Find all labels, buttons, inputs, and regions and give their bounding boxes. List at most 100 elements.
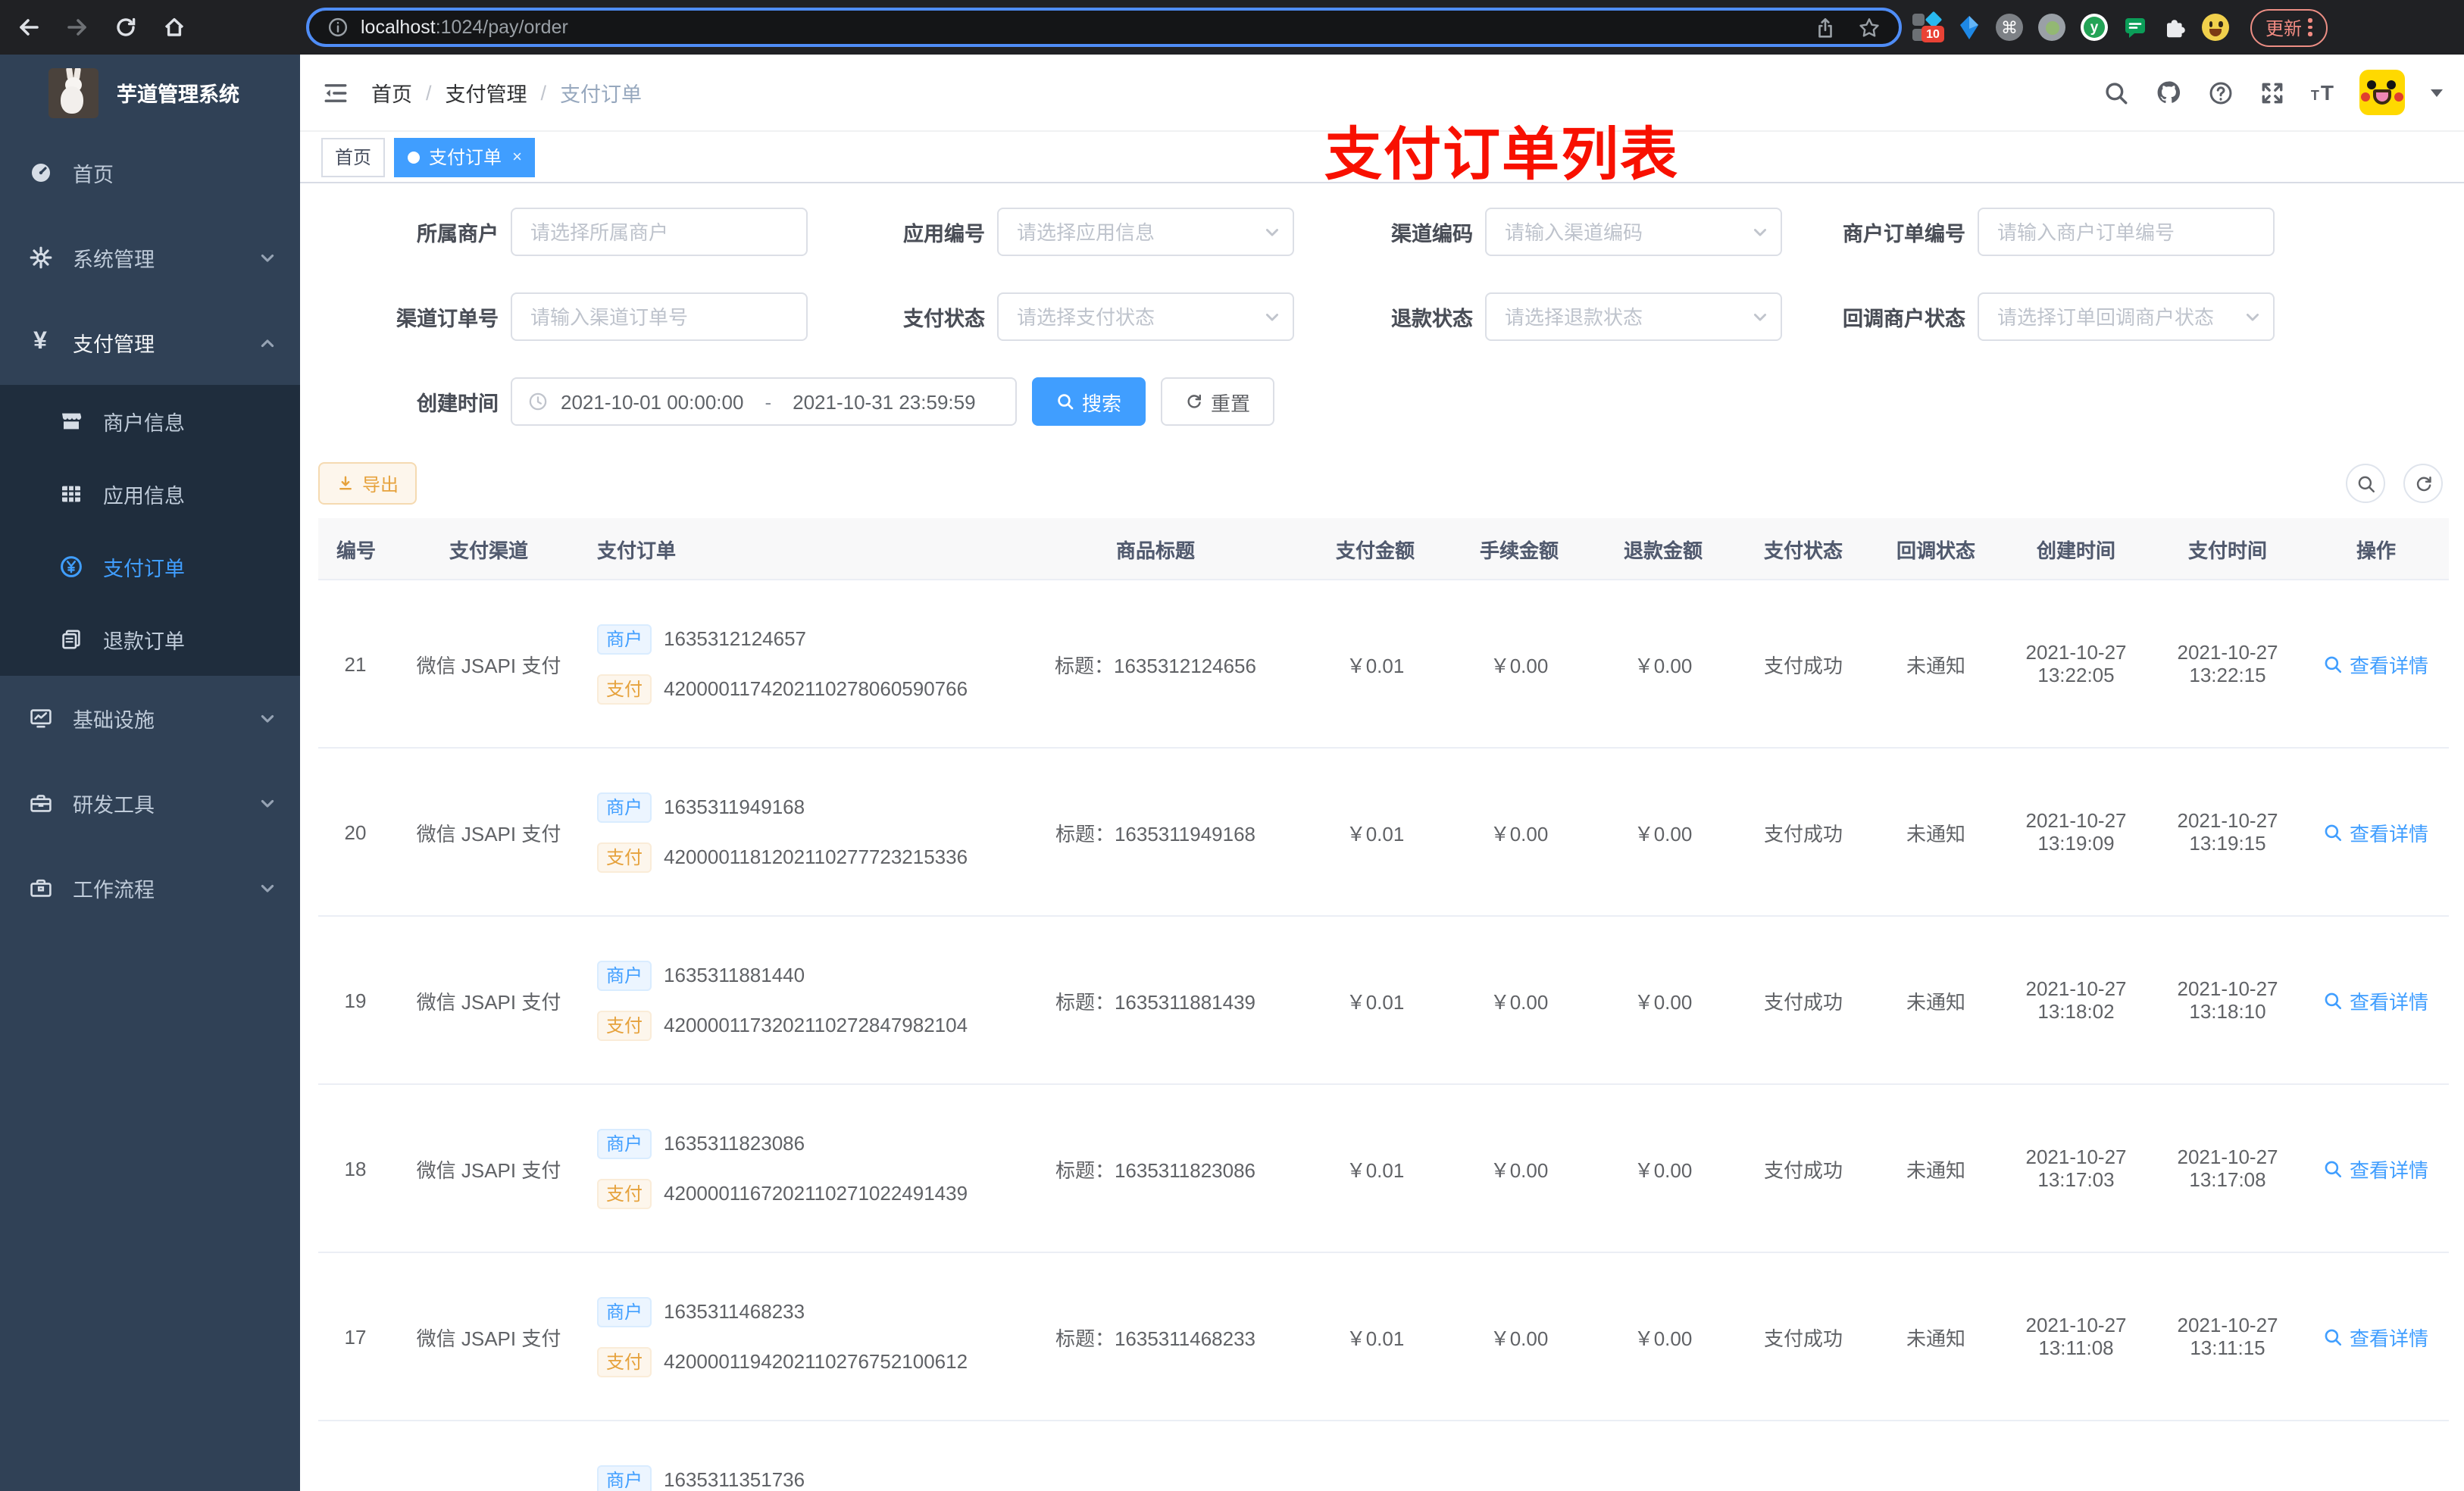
- cell-pay-status: 支付成功: [1735, 749, 1871, 915]
- command-extension-icon[interactable]: ⌘: [1996, 14, 2023, 41]
- browser-reload-icon[interactable]: [106, 8, 145, 47]
- column-header-10: 支付时间: [2152, 534, 2303, 563]
- filter-merchant-input[interactable]: [511, 208, 808, 256]
- filter-group-merchant-order-no: 商户订单编号: [1782, 208, 2275, 256]
- pay-order-no: 4200001167202110271022491439: [664, 1182, 968, 1205]
- browser-home-icon[interactable]: [155, 8, 194, 47]
- sidebar-subitem-2[interactable]: 支付订单: [0, 530, 300, 603]
- filter-notify-status-label: 回调商户状态: [1843, 308, 1965, 330]
- browser-update-button[interactable]: 更新: [2250, 8, 2328, 46]
- export-button[interactable]: 导出: [318, 462, 417, 505]
- paid-clock: 13:19:15: [2189, 832, 2266, 855]
- goods-title: 标题：1635311468233: [1055, 1327, 1256, 1349]
- view-detail-link[interactable]: 查看详情: [2324, 986, 2428, 1014]
- view-detail-link[interactable]: 查看详情: [2324, 817, 2428, 846]
- table-toolbar: 导出: [318, 462, 2449, 505]
- sidebar-item-bottom-1[interactable]: 研发工具: [0, 761, 300, 846]
- profile-emoji-icon[interactable]: [2202, 14, 2229, 41]
- cell-created-time: 2021-10-27 13:18:02: [2000, 917, 2152, 1083]
- reset-button[interactable]: 重置: [1161, 377, 1275, 426]
- sidebar-item-bottom-2[interactable]: 工作流程: [0, 846, 300, 930]
- view-detail-link[interactable]: 查看详情: [2324, 1322, 2428, 1351]
- sidebar-item-label: 研发工具: [73, 794, 155, 817]
- github-icon[interactable]: [2155, 79, 2182, 106]
- filter-notify-status-input[interactable]: [1978, 292, 2275, 341]
- chevron-down-icon: [2244, 309, 2261, 326]
- site-info-icon[interactable]: [327, 17, 349, 38]
- y-extension-icon[interactable]: y: [2081, 14, 2108, 41]
- gray-dot-extension-icon[interactable]: [2038, 14, 2065, 41]
- chat-extension-icon[interactable]: [2123, 15, 2147, 39]
- filter-pay-status-label: 支付状态: [903, 308, 985, 330]
- cell-fee-amount: ￥0.00: [1447, 749, 1591, 915]
- tab-0[interactable]: 首页: [321, 137, 386, 177]
- filter-channel-code-field: [1485, 208, 1782, 256]
- column-header-label: 支付金额: [1335, 539, 1415, 561]
- user-avatar[interactable]: [2359, 70, 2405, 115]
- cell-fee-amount: ￥0.00: [1447, 1253, 1591, 1420]
- app-title: 芋道管理系统: [117, 83, 239, 106]
- sidebar-subitem-0[interactable]: 商户信息: [0, 385, 300, 458]
- created-time: 2021-10-27 13:11:08: [2026, 1314, 2127, 1359]
- extension-badge-icon[interactable]: 10: [1912, 11, 1944, 42]
- filter-app-no-input[interactable]: [997, 208, 1294, 256]
- bookmark-star-icon[interactable]: [1858, 16, 1881, 39]
- sidebar-toggle-icon[interactable]: [300, 80, 371, 105]
- chevron-down-icon: [1264, 224, 1280, 241]
- kite-extension-icon[interactable]: [1958, 14, 1981, 40]
- cell-order-numbers: 商户 1635311881440 支付 42000011732021102728479…: [576, 917, 1008, 1083]
- cell-channel: [402, 1421, 576, 1491]
- briefcase-icon: [27, 875, 53, 901]
- breadcrumb-pay-manage[interactable]: 支付管理: [446, 77, 527, 108]
- help-icon[interactable]: [2208, 80, 2234, 105]
- cell-pay-status: 支付成功: [1735, 1085, 1871, 1252]
- filter-channel-order-no-input[interactable]: [511, 292, 808, 341]
- header-search-icon[interactable]: [2103, 80, 2129, 105]
- browser-forward-icon[interactable]: [58, 8, 97, 47]
- created-clock: 13:11:08: [2038, 1336, 2114, 1359]
- cell-pay-status: 支付成功: [1735, 1253, 1871, 1420]
- table-body: 21 微信 JSAPI 支付 商户 1635312124657 支付 4200001174…: [318, 580, 2449, 1491]
- sidebar-item-1[interactable]: 系统管理: [0, 215, 300, 300]
- cell-order-numbers: 商户1635311351736支付: [576, 1421, 1008, 1491]
- cell-refund-amount: ￥0.00: [1591, 1253, 1735, 1420]
- page-content: 所属商户应用编号渠道编码商户订单编号 渠道订单号支付状态退款状态回调商户状态 创…: [300, 183, 2464, 1491]
- sidebar-item-bottom-0[interactable]: 基础设施: [0, 676, 300, 761]
- font-size-icon[interactable]: TT: [2311, 80, 2334, 105]
- sidebar-item-2[interactable]: ¥ 支付管理: [0, 300, 300, 385]
- filter-pay-status-input[interactable]: [997, 292, 1294, 341]
- view-detail-link[interactable]: 查看详情: [2324, 649, 2428, 678]
- tab-active-1[interactable]: 支付订单 ×: [394, 137, 536, 177]
- fullscreen-icon[interactable]: [2259, 80, 2285, 105]
- breadcrumb-home[interactable]: 首页: [371, 77, 412, 108]
- view-detail-link[interactable]: 查看详情: [2324, 1154, 2428, 1183]
- column-header-4: 支付金额: [1303, 534, 1447, 563]
- create-time-range-picker[interactable]: 2021-10-01 00:00:00 - 2021-10-31 23:59:5…: [511, 377, 1017, 426]
- filter-refund-status-input[interactable]: [1485, 292, 1782, 341]
- search-button[interactable]: 搜索: [1032, 377, 1146, 426]
- refresh-table-button[interactable]: [2403, 464, 2443, 503]
- yen-icon: ¥: [33, 329, 47, 355]
- view-detail-label: 查看详情: [2349, 1327, 2428, 1349]
- pay-order-no: 4200001174202110278060590766: [664, 677, 968, 700]
- avatar-caret-icon[interactable]: [2431, 89, 2443, 96]
- monitor-icon: [27, 705, 53, 731]
- column-header-label: 手续金额: [1479, 539, 1559, 561]
- extensions-puzzle-icon[interactable]: [2162, 15, 2187, 39]
- toggle-search-button[interactable]: [2346, 464, 2385, 503]
- sidebar-subitem-label: 支付订单: [103, 558, 185, 580]
- row-no: 21: [344, 652, 367, 675]
- filter-channel-code-input[interactable]: [1485, 208, 1782, 256]
- browser-back-icon[interactable]: [9, 8, 48, 47]
- sidebar-subitem-3[interactable]: 退款订单: [0, 603, 300, 676]
- filter-merchant-order-no-input[interactable]: [1978, 208, 2275, 256]
- share-icon[interactable]: [1814, 16, 1837, 39]
- sidebar-item-0[interactable]: 首页: [0, 130, 300, 215]
- sidebar-subitem-1[interactable]: 应用信息: [0, 458, 300, 530]
- pay-tag: 支付: [597, 1010, 652, 1040]
- tag-close-icon[interactable]: ×: [512, 148, 522, 166]
- browser-menu-icon[interactable]: [2308, 18, 2312, 36]
- paid-clock: 13:17:08: [2189, 1168, 2266, 1191]
- address-bar[interactable]: localhost:1024/pay/order: [306, 8, 1902, 47]
- cell-goods-title: 标题：1635311949168: [1008, 749, 1303, 915]
